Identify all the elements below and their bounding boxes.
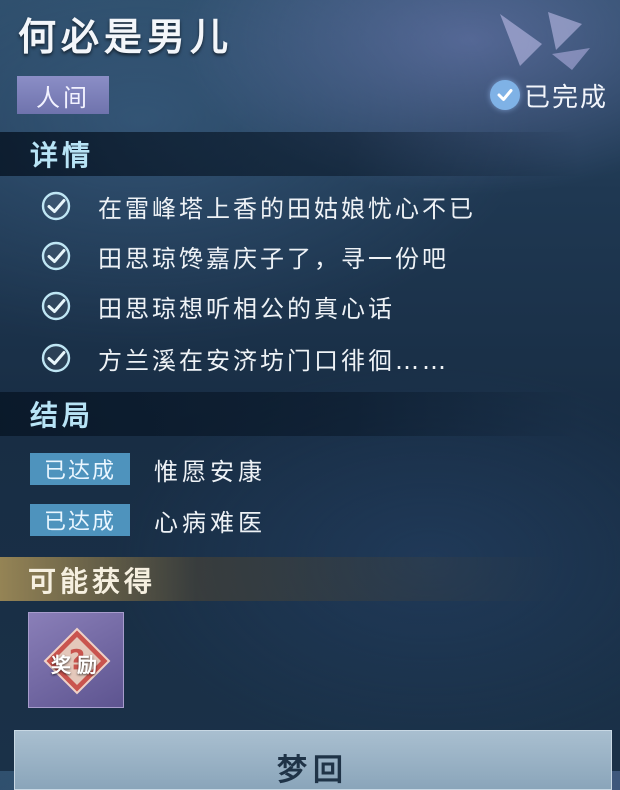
detail-text: 方兰溪在安济坊门口徘徊…… <box>98 346 449 375</box>
check-circle-icon <box>41 291 71 321</box>
achieved-badge: 已达成 <box>30 504 130 536</box>
check-circle-icon <box>41 191 71 221</box>
details-heading: 详情 <box>30 139 95 172</box>
completion-status: 已完成 <box>489 76 608 114</box>
detail-text: 田思琼想听相公的真心话 <box>98 294 395 323</box>
detail-text: 田思琼馋嘉庆子了，寻一份吧 <box>98 244 449 273</box>
check-circle-icon <box>489 80 520 110</box>
status-label: 已完成 <box>523 82 608 113</box>
ending-row: 已达成 心病难医 <box>30 503 266 537</box>
detail-item: 田思琼想听相公的真心话 <box>40 286 395 326</box>
quest-detail-panel: 何必是男儿 人间 已完成 详情 在雷峰塔上香的田姑娘忧心不已 田思琼馋嘉庆子了，… <box>0 0 620 790</box>
ending-row: 已达成 惟愿安康 <box>30 452 266 486</box>
rewards-heading: 可能获得 <box>28 565 157 598</box>
check-circle-icon <box>41 241 71 271</box>
detail-item: 方兰溪在安济坊门口徘徊…… <box>40 338 449 378</box>
category-badge: 人间 <box>17 76 109 114</box>
detail-item: 田思琼馋嘉庆子了，寻一份吧 <box>40 236 449 276</box>
achieved-badge: 已达成 <box>30 453 130 485</box>
reward-label: 奖励 <box>51 653 103 677</box>
quest-title: 何必是男儿 <box>18 15 234 59</box>
detail-text: 在雷峰塔上香的田姑娘忧心不已 <box>98 194 476 223</box>
ending-text: 心病难医 <box>154 508 266 537</box>
check-circle-icon <box>41 343 71 373</box>
butterfly-emblem-icon <box>500 12 590 70</box>
dream-return-button[interactable]: 梦回 <box>14 730 612 790</box>
ending-text: 惟愿安康 <box>154 457 266 486</box>
detail-item: 在雷峰塔上香的田姑娘忧心不已 <box>40 186 476 226</box>
reward-item[interactable]: ? 奖励 <box>28 612 124 708</box>
endings-heading: 结局 <box>30 399 95 432</box>
